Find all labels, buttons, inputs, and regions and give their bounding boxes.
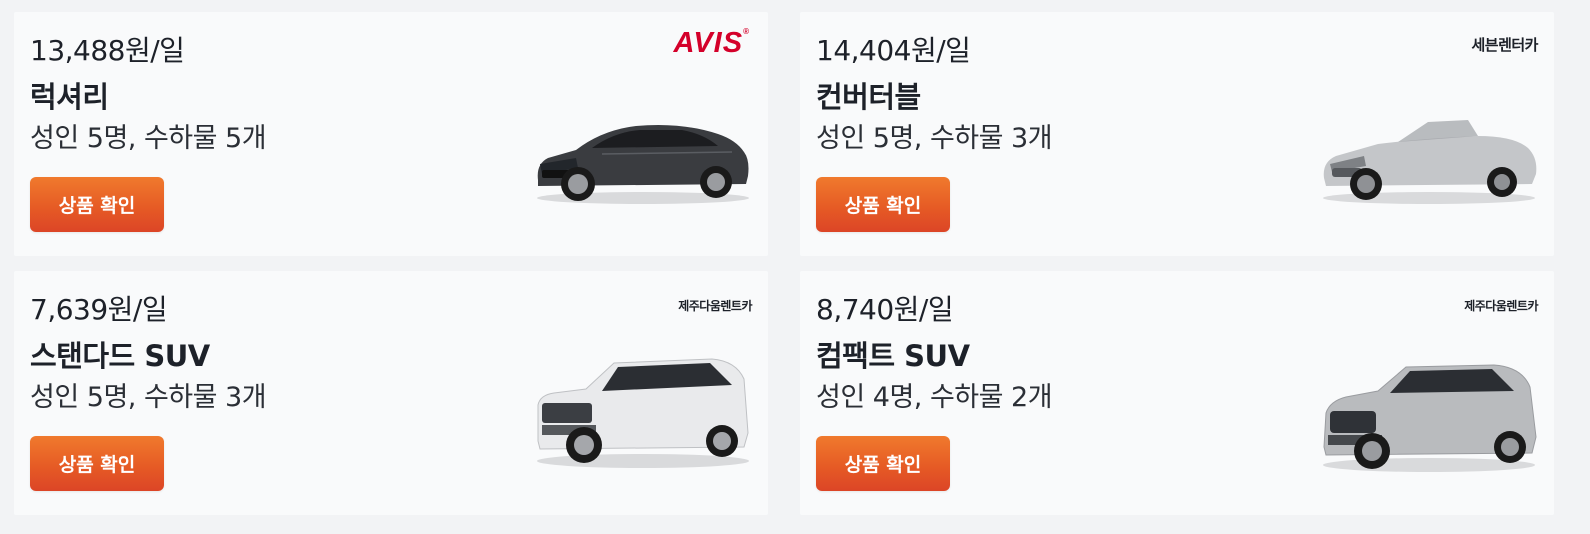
car-results-grid: 13,488원/일 럭셔리 성인 5명, 수하물 5개 상품 확인 AVIS® …	[14, 12, 1554, 515]
car-image-suv	[532, 353, 754, 471]
car-card-standard-suv[interactable]: 7,639원/일 스탠다드 SUV 성인 5명, 수하물 3개 상품 확인 제주…	[14, 271, 768, 515]
capacity: 성인 4명, 수하물 2개	[816, 382, 1053, 413]
capacity: 성인 5명, 수하물 3개	[816, 123, 1053, 154]
car-class: 컴팩트 SUV	[816, 339, 970, 373]
car-class: 럭셔리	[30, 80, 109, 114]
price: 8,740원/일	[816, 293, 954, 326]
capacity: 성인 5명, 수하물 3개	[30, 382, 267, 413]
car-class: 컨버터블	[816, 80, 921, 114]
vendor-logo: 세븐렌터카	[1471, 36, 1538, 54]
car-class: 스탠다드 SUV	[30, 339, 210, 373]
car-card-luxury[interactable]: 13,488원/일 럭셔리 성인 5명, 수하물 5개 상품 확인 AVIS®	[14, 12, 768, 256]
price: 7,639원/일	[30, 293, 168, 326]
car-image-convertible	[1318, 108, 1540, 208]
car-image-compact-suv	[1318, 357, 1540, 475]
capacity: 성인 5명, 수하물 5개	[30, 123, 267, 154]
vendor-logo-avis: AVIS®	[673, 27, 750, 59]
view-product-button[interactable]: 상품 확인	[816, 177, 950, 232]
view-product-button[interactable]: 상품 확인	[816, 436, 950, 491]
car-card-compact-suv[interactable]: 8,740원/일 컴팩트 SUV 성인 4명, 수하물 2개 상품 확인 제주다…	[800, 271, 1554, 515]
car-image-sedan	[532, 108, 754, 208]
car-card-convertible[interactable]: 14,404원/일 컨버터블 성인 5명, 수하물 3개 상품 확인 세븐렌터카	[800, 12, 1554, 256]
price: 13,488원/일	[30, 34, 185, 67]
price: 14,404원/일	[816, 34, 971, 67]
view-product-button[interactable]: 상품 확인	[30, 436, 164, 491]
vendor-logo: 제주다움렌트카	[1464, 299, 1538, 313]
vendor-logo: 제주다움렌트카	[678, 299, 752, 313]
view-product-button[interactable]: 상품 확인	[30, 177, 164, 232]
